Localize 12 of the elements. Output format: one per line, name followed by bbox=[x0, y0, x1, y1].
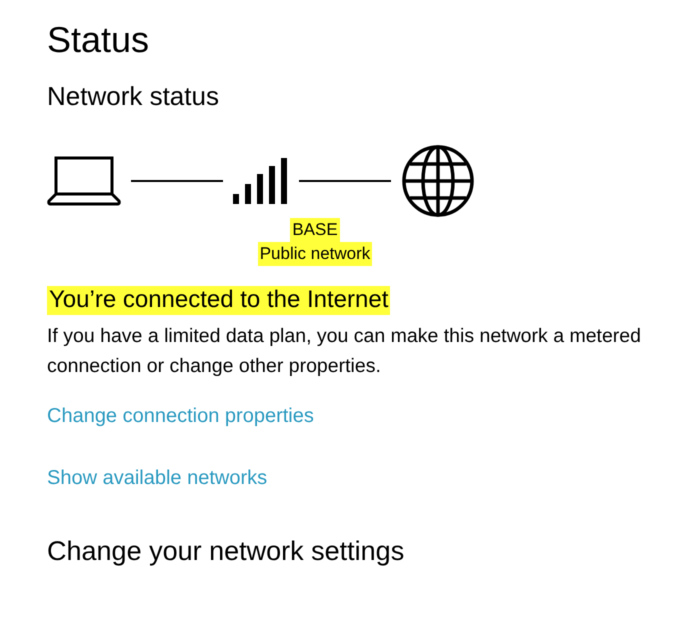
description-text: If you have a limited data plan, you can make this network a metered connection or change other properties. bbox=[47, 324, 642, 379]
settings-link[interactable]: Change connection properties bbox=[47, 400, 314, 431]
network-type: Public network bbox=[258, 242, 372, 266]
page-title: Status bbox=[47, 18, 150, 62]
section-title: Change your network settings bbox=[47, 534, 404, 568]
network-name: BASE bbox=[290, 218, 340, 242]
settings-link[interactable]: Show available networks bbox=[47, 462, 268, 493]
globe-icon bbox=[401, 144, 475, 218]
section-title: Network status bbox=[47, 81, 219, 112]
signal-bars-icon bbox=[233, 158, 289, 204]
connection-status: You’re connected to the Internet bbox=[47, 286, 390, 315]
laptop-icon bbox=[47, 156, 121, 206]
